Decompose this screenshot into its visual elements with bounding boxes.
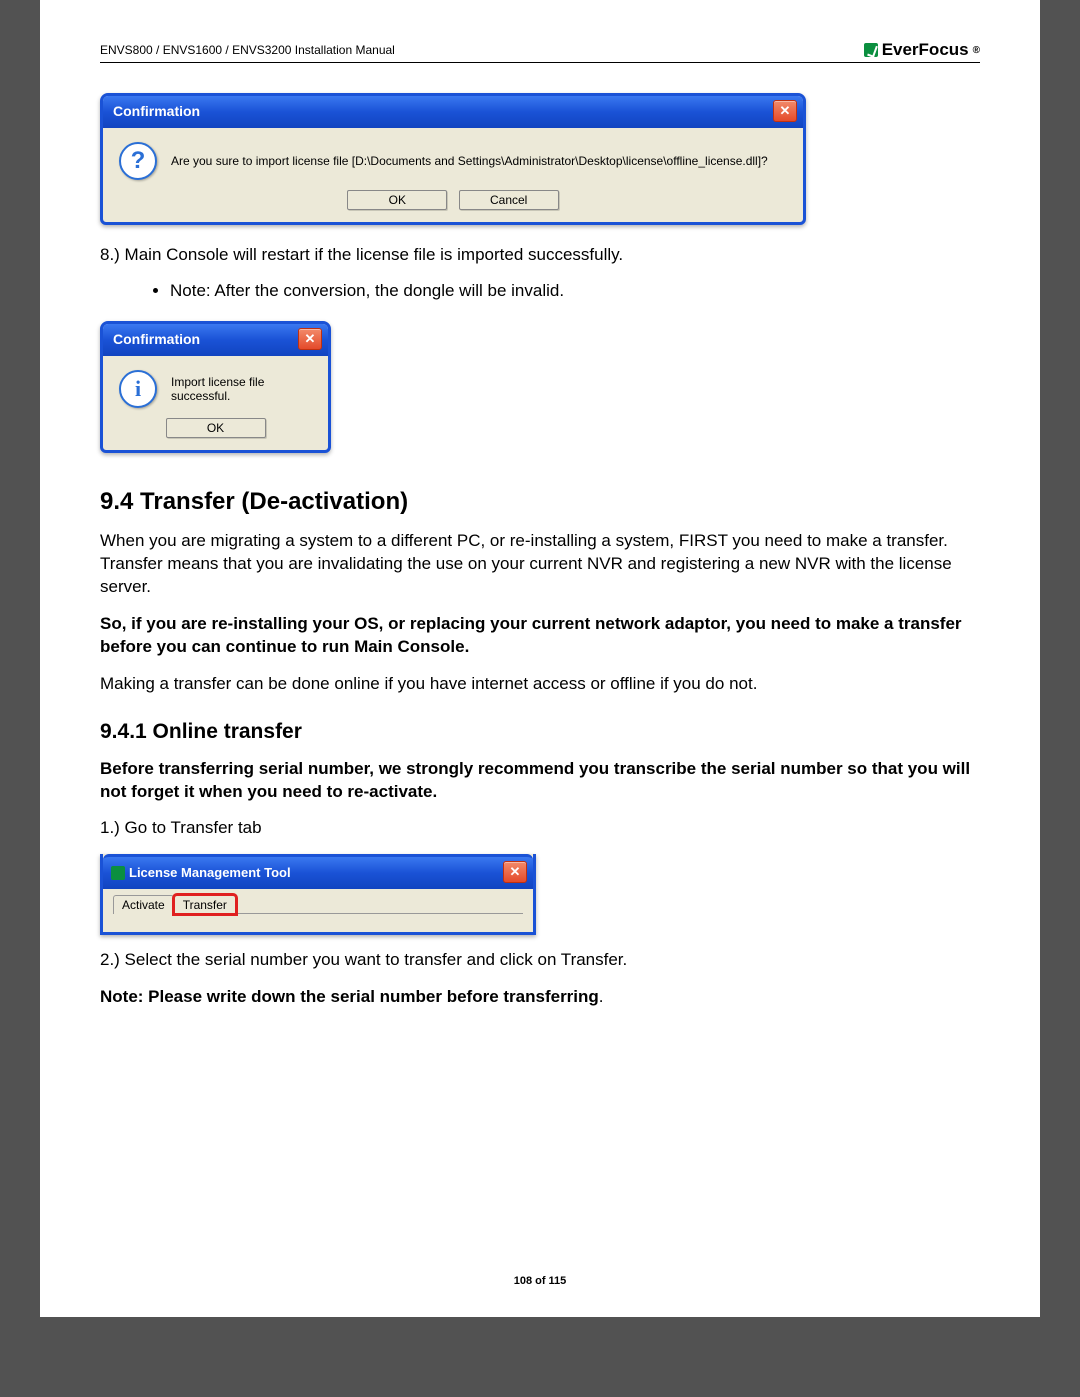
question-icon: ? xyxy=(119,142,157,180)
dialog-message: Import license file successful. xyxy=(171,375,312,403)
ok-button[interactable]: OK xyxy=(166,418,266,438)
step-2-text: 2.) Select the serial number you want to… xyxy=(100,949,980,972)
note-dongle-invalid: Note: After the conversion, the dongle w… xyxy=(170,281,980,301)
brand-name: EverFocus xyxy=(882,40,969,60)
page-header: ENVS800 / ENVS1600 / ENVS3200 Installati… xyxy=(100,40,980,63)
dialog-title: Confirmation xyxy=(113,103,200,119)
app-icon xyxy=(111,866,125,880)
dialog-title: Confirmation xyxy=(113,331,200,347)
section-9-4-1-p1: Before transferring serial number, we st… xyxy=(100,758,980,804)
note-write-serial: Note: Please write down the serial numbe… xyxy=(100,986,980,1009)
ok-button[interactable]: OK xyxy=(347,190,447,210)
lmt-panel xyxy=(113,913,523,922)
info-icon: i xyxy=(119,370,157,408)
section-9-4-p1: When you are migrating a system to a dif… xyxy=(100,530,980,599)
confirmation-dialog-import: Confirmation ✕ ? Are you sure to import … xyxy=(100,93,806,225)
license-management-tool-window: License Management Tool ✕ Activate Trans… xyxy=(100,854,536,935)
section-9-4-p2: So, if you are re-installing your OS, or… xyxy=(100,613,980,659)
page-number: 108 of 115 xyxy=(40,1275,1040,1287)
close-icon[interactable]: ✕ xyxy=(773,100,797,122)
logo-icon xyxy=(864,43,878,57)
section-9-4-1-heading: 9.4.1 Online transfer xyxy=(100,720,980,744)
brand-logo: EverFocus® xyxy=(864,40,980,60)
section-9-4-p3: Making a transfer can be done online if … xyxy=(100,673,980,696)
section-9-4-heading: 9.4 Transfer (De-activation) xyxy=(100,488,980,516)
step-8-text: 8.) Main Console will restart if the lic… xyxy=(100,244,980,267)
close-icon[interactable]: ✕ xyxy=(298,328,322,350)
dialog-message: Are you sure to import license file [D:\… xyxy=(171,154,787,168)
step-1-text: 1.) Go to Transfer tab xyxy=(100,817,980,840)
lmt-title-text: License Management Tool xyxy=(129,865,291,880)
tab-activate[interactable]: Activate xyxy=(113,895,174,914)
lmt-title-area: License Management Tool xyxy=(111,865,291,881)
header-text: ENVS800 / ENVS1600 / ENVS3200 Installati… xyxy=(100,43,395,57)
cancel-button[interactable]: Cancel xyxy=(459,190,559,210)
close-icon[interactable]: ✕ xyxy=(503,861,527,883)
confirmation-dialog-success: Confirmation ✕ i Import license file suc… xyxy=(100,321,331,453)
tab-transfer[interactable]: Transfer xyxy=(174,895,236,914)
